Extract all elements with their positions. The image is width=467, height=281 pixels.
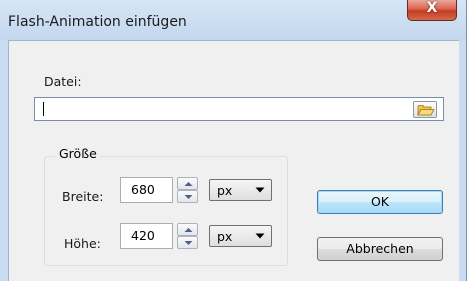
dialog-title: Flash-Animation einfügen xyxy=(8,14,187,30)
cancel-button[interactable]: Abbrechen xyxy=(317,237,443,261)
folder-open-icon xyxy=(417,105,435,116)
height-label: Höhe: xyxy=(64,236,101,251)
close-button[interactable]: X xyxy=(407,0,457,21)
title-bar[interactable]: Flash-Animation einfügen X xyxy=(0,0,466,40)
dialog-window: Flash-Animation einfügen X Datei: Größe … xyxy=(0,0,467,281)
file-label: Datei: xyxy=(44,74,82,89)
height-value: 420 xyxy=(131,228,155,243)
arrow-up-icon xyxy=(184,182,193,186)
arrow-down-icon xyxy=(184,241,193,245)
height-decrement-button[interactable] xyxy=(177,236,198,249)
browse-button[interactable] xyxy=(413,101,437,118)
width-increment-button[interactable] xyxy=(177,177,198,190)
height-increment-button[interactable] xyxy=(177,223,198,236)
file-path-input[interactable] xyxy=(34,97,444,121)
arrow-down-icon xyxy=(184,195,193,199)
width-label: Breite: xyxy=(62,189,104,204)
size-group-title: Größe xyxy=(56,146,100,161)
close-icon: X xyxy=(426,0,438,16)
height-unit-value: px xyxy=(217,229,233,244)
arrow-up-icon xyxy=(184,228,193,232)
height-input[interactable]: 420 xyxy=(120,223,173,249)
width-input[interactable]: 680 xyxy=(120,177,173,203)
ok-button[interactable]: OK xyxy=(317,190,443,214)
chevron-down-icon xyxy=(255,187,265,193)
height-spinner[interactable] xyxy=(177,223,198,249)
width-spinner[interactable] xyxy=(177,177,198,203)
text-caret xyxy=(43,102,44,116)
height-unit-select[interactable]: px xyxy=(209,225,272,247)
width-unit-select[interactable]: px xyxy=(209,179,272,201)
width-decrement-button[interactable] xyxy=(177,190,198,203)
width-value: 680 xyxy=(131,182,155,197)
chevron-down-icon xyxy=(255,233,265,239)
width-unit-value: px xyxy=(217,183,233,198)
